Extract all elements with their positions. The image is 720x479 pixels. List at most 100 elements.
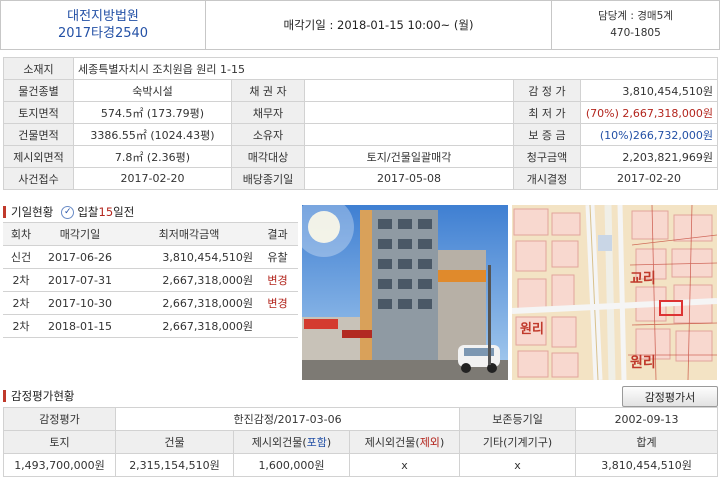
min-price-value: (70%) 2,667,318,000원 (580, 101, 718, 124)
building-photo[interactable] (302, 205, 508, 380)
table-row: 2차 2017-10-30 2,667,318,000원 변경 (3, 291, 298, 315)
col-excluded-included-text: 제시외건물( (251, 436, 307, 449)
type-value: 숙박시설 (73, 79, 232, 102)
table-header-row: 회차 매각기일 최저매각금액 결과 (3, 222, 298, 246)
owner-label: 소유자 (231, 123, 305, 146)
dept-label: 담당계 : 경매5계 (598, 10, 673, 22)
excluded-area-value: 7.8㎡ (2.36평) (73, 145, 232, 168)
col-building: 건물 (115, 430, 234, 454)
table-row: 신건 2017-06-26 3,810,454,510원 유찰 (3, 245, 298, 269)
dept-box: 담당계 : 경매5계 470-1805 (552, 1, 719, 49)
appraisal-table: 감정평가 한진감정/2017-03-06 보존등기일 2002-09-13 토지… (3, 407, 719, 477)
date-cell: 2017-10-30 (39, 291, 121, 315)
debtor-value (304, 101, 514, 124)
court-box: 대전지방법원 2017타경2540 (1, 1, 206, 49)
col-excluded-excluded-text: 제시외건물( (364, 436, 420, 449)
appraisal-value: 3,810,454,510원 (580, 79, 718, 102)
date-cell: 2017-06-26 (39, 245, 121, 269)
auction-history-table: 회차 매각기일 최저매각금액 결과 신건 2017-06-26 3,810,45… (3, 222, 298, 338)
location-label: 소재지 (3, 57, 74, 80)
date-cell: 2018-01-15 (39, 314, 121, 338)
table-header-row: 토지 건물 제시외건물(포함) 제시외건물(제외) 기타(기계기구) 합계 (3, 430, 719, 454)
price-cell: 2,667,318,000원 (121, 314, 257, 338)
round-cell: 2차 (3, 314, 39, 338)
other-value: x (459, 453, 577, 477)
appraisal-title: 감정평가현황 (11, 389, 75, 403)
bid-badge-suffix: 일전 (113, 205, 135, 219)
location-map[interactable]: 원리 교리 원리 (512, 205, 717, 380)
col-excluded-excluded: 제시외건물(제외) (348, 430, 461, 454)
table-row: 물건종별 숙박시설 채 권 자 감 정 가 3,810,454,510원 (3, 79, 718, 102)
map-label-wonri: 원리 (520, 321, 544, 337)
type-label: 물건종별 (3, 79, 74, 102)
map-label-wonri-2: 원리 (630, 355, 656, 371)
claim-value: 2,203,821,969원 (580, 145, 718, 168)
excluded-mark: 제외 (419, 436, 440, 449)
building-value: 2,315,154,510원 (115, 453, 234, 477)
result-cell: 유찰 (257, 245, 298, 269)
round-cell: 2차 (3, 268, 39, 292)
sale-target-label: 매각대상 (231, 145, 305, 168)
result-cell: 변경 (257, 291, 298, 315)
section-marker (3, 206, 6, 218)
table-row: 토지면적 574.5㎡ (173.79평) 채무자 최 저 가 (70%) 2,… (3, 101, 718, 124)
table-row: 2차 2017-07-31 2,667,318,000원 변경 (3, 268, 298, 292)
start-decision-label: 개시결정 (513, 167, 581, 190)
deposit-value: (10%)266,732,000원 (580, 123, 718, 146)
case-received-label: 사건접수 (3, 167, 74, 190)
building-area-value: 3386.55㎡ (1024.43평) (73, 123, 232, 146)
col-land: 토지 (3, 430, 116, 454)
court-name[interactable]: 대전지방법원 (67, 8, 139, 25)
table-row: 사건접수 2017-02-20 배당종기일 2017-05-08 개시결정 20… (3, 167, 718, 190)
appraisal-label: 감 정 가 (513, 79, 581, 102)
auction-date: 매각기일 : 2018-01-15 10:00~ (월) (206, 1, 552, 49)
land-area-label: 토지면적 (3, 101, 74, 124)
creditor-label: 채 권 자 (231, 79, 305, 102)
dividend-deadline-label: 배당종기일 (231, 167, 305, 190)
check-icon: ✓ (61, 205, 75, 219)
dividend-deadline-value: 2017-05-08 (304, 167, 514, 190)
debtor-label: 채무자 (231, 101, 305, 124)
price-cell: 2,667,318,000원 (121, 268, 257, 292)
case-header: 대전지방법원 2017타경2540 매각기일 : 2018-01-15 10:0… (0, 0, 720, 50)
table-row: 소재지 세종특별자치시 조치원읍 원리 1-15 (3, 57, 718, 80)
col-other: 기타(기계기구) (459, 430, 577, 454)
location-value: 세종특별자치시 조치원읍 원리 1-15 (73, 57, 718, 80)
col-excluded-included: 제시외건물(포함) (233, 430, 350, 454)
preserve-date-label: 보존등기일 (459, 407, 577, 431)
agency-label: 감정평가 (3, 407, 116, 431)
land-area-value: 574.5㎡ (173.79평) (73, 101, 232, 124)
agency-value: 한진감정/2017-03-06 (114, 407, 461, 431)
map-label-gyori: 교리 (630, 271, 656, 287)
excluded-area-label: 제시외면적 (3, 145, 74, 168)
owner-value (304, 123, 514, 146)
case-received-value: 2017-02-20 (73, 167, 232, 190)
property-info-table: 소재지 세종특별자치시 조치원읍 원리 1-15 물건종별 숙박시설 채 권 자… (3, 57, 718, 190)
date-cell: 2017-07-31 (39, 268, 121, 292)
excluded-included-value: 1,600,000원 (233, 453, 350, 477)
price-cell: 2,667,318,000원 (121, 291, 257, 315)
price-cell: 3,810,454,510원 (121, 245, 257, 269)
creditor-value (304, 79, 514, 102)
table-row: 제시외면적 7.8㎡ (2.36평) 매각대상 토지/건물일괄매각 청구금액 2… (3, 145, 718, 168)
history-title: 기일현황 (11, 205, 54, 219)
paren-close: ) (326, 436, 332, 449)
round-cell: 신건 (3, 245, 39, 269)
case-number[interactable]: 2017타경2540 (58, 25, 148, 42)
result-cell: 변경 (257, 268, 298, 292)
excluded-excluded-value: x (348, 453, 461, 477)
location-map-image: 원리 교리 원리 (512, 205, 717, 380)
bid-days: 15 (98, 205, 114, 219)
deposit-label: 보 증 금 (513, 123, 581, 146)
col-total: 합계 (575, 430, 719, 454)
min-price-label: 최 저 가 (513, 101, 581, 124)
bid-badge-label: 입찰 (77, 205, 99, 219)
col-result: 결과 (257, 222, 298, 246)
appraisal-report-button[interactable]: 감정평가서 (622, 386, 718, 407)
col-price: 최저매각금액 (121, 222, 257, 246)
table-row: 감정평가 한진감정/2017-03-06 보존등기일 2002-09-13 (3, 407, 719, 431)
col-date: 매각기일 (39, 222, 121, 246)
section-marker (3, 390, 6, 402)
table-row: 건물면적 3386.55㎡ (1024.43평) 소유자 보 증 금 (10%)… (3, 123, 718, 146)
land-value: 1,493,700,000원 (3, 453, 116, 477)
